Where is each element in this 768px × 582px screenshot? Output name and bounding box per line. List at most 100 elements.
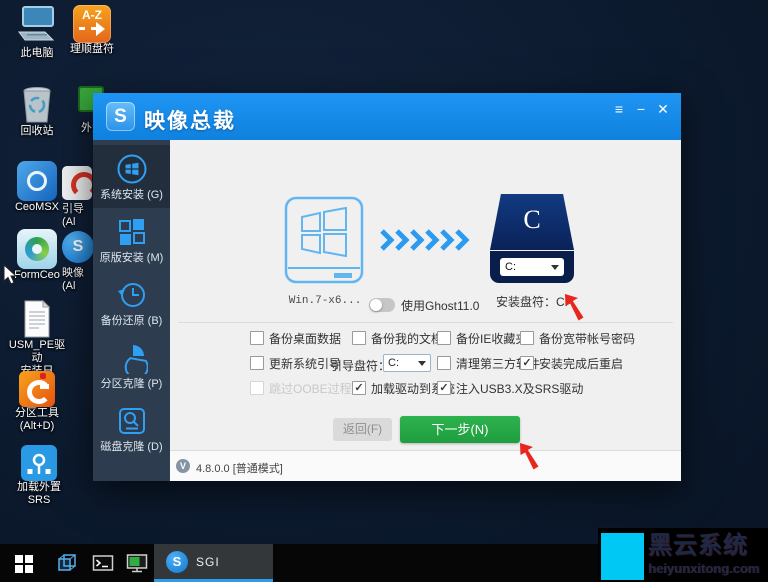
diskgenius-icon: [19, 371, 55, 407]
checkbox-icon: [250, 381, 264, 395]
chevron-down-icon: [418, 361, 426, 370]
ghost-toggle[interactable]: [369, 298, 395, 312]
checkbox-backup-desktop[interactable]: 备份桌面数据: [250, 330, 341, 346]
icon-label: 引导: [62, 203, 91, 216]
pie-icon: [116, 342, 148, 374]
icon-label: CeoMSX: [8, 201, 66, 214]
mouse-cursor: [3, 264, 18, 286]
boot-drive-value: C:: [388, 357, 399, 369]
target-drive-value: C:: [505, 261, 516, 273]
bootfix-icon: [62, 166, 92, 200]
icon-label: USM_PE驱动: [8, 339, 66, 365]
desktop: 此电脑 A-Z 理顺盘符 回收站 外置 CeoMSX 引导 (Al: [0, 0, 768, 582]
srs-icon: [21, 445, 57, 481]
desktop-icon-bootfix[interactable]: 引导 (Al: [62, 166, 93, 229]
sgi-logo-icon: S: [166, 551, 188, 573]
red-annotation-arrow-icon: [562, 292, 592, 322]
icon-label: 理顺盘符: [64, 43, 120, 56]
ghost-toggle-label: 使用Ghost11.0: [401, 297, 479, 314]
sgi-logo-icon: S: [62, 231, 94, 263]
sgi-window: S 映像总裁 ≡ − ✕ 系统安装 (G): [93, 93, 681, 481]
command-prompt-icon[interactable]: [92, 552, 114, 574]
desktop-icon-this-pc[interactable]: 此电脑: [8, 5, 66, 60]
sidebar-item-system-install[interactable]: 系统安装 (G): [93, 145, 170, 208]
source-image-label: Win.7-x6...: [270, 295, 380, 307]
main-panel: Win.7-x6... C C: 安装盘符：C: [170, 140, 681, 451]
red-annotation-arrow-icon: [517, 441, 547, 471]
icon-label: 此电脑: [8, 47, 66, 60]
taskbar-app-sgi[interactable]: S SGI: [154, 544, 273, 582]
text-file-icon: [21, 299, 53, 339]
checkbox-icon: ✓: [437, 381, 451, 395]
checkbox-icon: [437, 356, 451, 370]
watermark-title: 黑云系统: [648, 532, 766, 560]
sidebar-item-original-install[interactable]: 原版安装 (M): [93, 208, 170, 271]
icon-label: (Alt+D): [8, 420, 66, 433]
target-drive: C C:: [490, 194, 574, 283]
minimize-icon[interactable]: −: [631, 100, 651, 118]
divider: [178, 322, 673, 323]
watermark-domain: heiyunxitong.com: [648, 561, 759, 576]
checkbox-icon: [437, 331, 451, 345]
version-badge-icon: V: [176, 459, 190, 473]
checkbox-inject-usb3-srs[interactable]: ✓ 注入USB3.X及SRS驱动: [437, 380, 583, 396]
icon-label: 映像: [62, 267, 91, 280]
sidebar-item-backup-restore[interactable]: 备份还原 (B): [93, 271, 170, 334]
boot-drive-select[interactable]: C:: [383, 354, 431, 372]
desktop-icon-ceomsx[interactable]: CeoMSX: [8, 161, 66, 214]
az-sort-icon: A-Z: [73, 5, 111, 43]
target-drive-icon: C: [490, 194, 574, 250]
desktop-icon-recycle-bin[interactable]: 回收站: [8, 83, 66, 138]
ceomsx-icon: [17, 161, 57, 201]
source-image-icon: [284, 196, 364, 290]
windows-circle-icon: [116, 153, 148, 185]
checkbox-icon: [520, 331, 534, 345]
sidebar-item-partition-clone[interactable]: 分区克隆 (P): [93, 334, 170, 397]
tiles-icon: [116, 216, 148, 248]
watermark-logo-icon: [601, 533, 644, 580]
watermark: 黑云系统 heiyunxitong.com: [598, 528, 768, 582]
icon-label: 回收站: [8, 125, 66, 138]
checkbox-icon: [250, 331, 264, 345]
checkbox-reboot-after-install[interactable]: ✓ 安装完成后重启: [520, 355, 623, 371]
app-logo-icon: S: [106, 102, 135, 131]
start-button-icon[interactable]: [13, 552, 35, 574]
desktop-icon-load-srs[interactable]: 加载外置SRS: [8, 445, 70, 507]
taskbar-app-label: SGI: [196, 555, 220, 569]
recycle-bin-icon: [17, 83, 57, 125]
computer-icon: [15, 5, 59, 47]
checkbox-backup-ie-favorites[interactable]: 备份IE收藏夹: [437, 330, 527, 346]
desktop-icon-sgi-shortcut[interactable]: S 映像 (Al: [62, 231, 93, 293]
target-drive-select[interactable]: C:: [500, 258, 564, 276]
sidebar-item-disk-clone[interactable]: 磁盘克隆 (D): [93, 397, 170, 460]
pe-tool-cube-icon[interactable]: [56, 552, 78, 574]
status-bar: V 4.8.0.0 [普通模式]: [170, 450, 681, 481]
icon-label: (Al: [62, 216, 91, 229]
checkbox-skip-oobe: 跳过OOBE过程: [250, 380, 352, 396]
sidebar-item-label: 磁盘克隆 (D): [93, 438, 170, 454]
chevron-down-icon: [551, 265, 559, 274]
window-title: 映像总裁: [144, 105, 236, 135]
next-button[interactable]: 下一步(N): [400, 416, 520, 443]
sidebar: 系统安装 (G) 原版安装 (M) 备份还原 (B): [93, 140, 170, 481]
desktop-icon-partition-tool[interactable]: 分区工具 (Alt+D): [8, 371, 66, 433]
back-button[interactable]: 返回(F): [333, 418, 392, 441]
desktop-icon-az-drive-sort[interactable]: A-Z 理顺盘符: [64, 5, 120, 56]
checkbox-update-boot[interactable]: 更新系统引导: [250, 355, 341, 371]
menu-icon[interactable]: ≡: [609, 100, 629, 118]
icon-label: 分区工具: [8, 407, 66, 420]
icon-label: 加载外置SRS: [8, 481, 70, 507]
checkbox-icon: [250, 356, 264, 370]
sidebar-item-label: 分区克隆 (P): [93, 375, 170, 391]
system-monitor-icon[interactable]: [126, 552, 148, 574]
titlebar[interactable]: S 映像总裁 ≡ − ✕: [93, 93, 681, 140]
arrow-chevrons-icon: [378, 228, 474, 252]
close-icon[interactable]: ✕: [653, 100, 673, 118]
checkbox-icon: [352, 331, 366, 345]
sidebar-item-label: 备份还原 (B): [93, 312, 170, 328]
checkbox-backup-documents[interactable]: 备份我的文档: [352, 330, 443, 346]
icon-label: (Al: [62, 280, 91, 293]
checkbox-backup-broadband[interactable]: 备份宽带帐号密码: [520, 330, 635, 346]
formceo-icon: [17, 229, 57, 269]
boot-drive-label: 引导盘符：: [330, 357, 390, 374]
